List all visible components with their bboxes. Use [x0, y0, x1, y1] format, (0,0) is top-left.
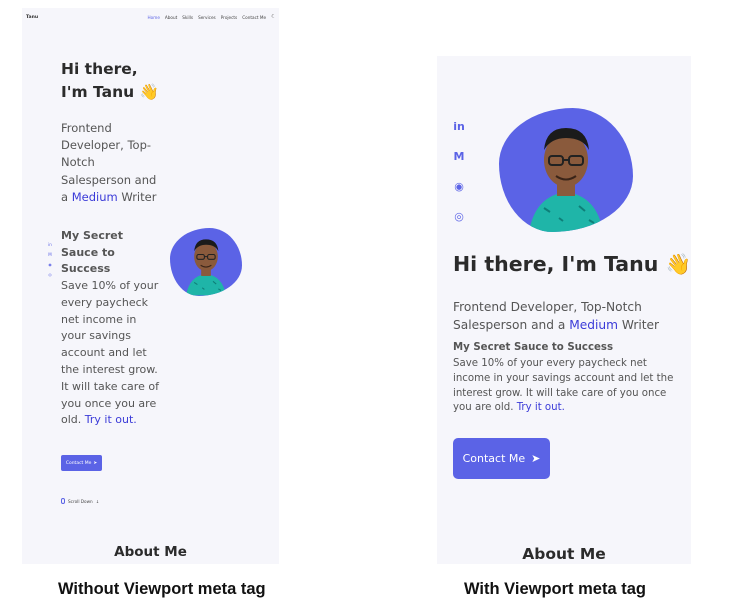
github-icon[interactable]: ◉: [452, 179, 466, 194]
caption-without-viewport: Without Viewport meta tag: [58, 580, 266, 598]
instagram-icon[interactable]: ◎: [47, 272, 53, 277]
about-heading: About Me: [522, 545, 606, 563]
hero-content: Hi there, I'm Tanu 👋 Frontend Developer,…: [61, 58, 261, 426]
hero-subtitle: Frontend Developer, Top-Notch Salesperso…: [61, 121, 157, 204]
secret-title: My Secret Sauce to Success: [61, 229, 123, 275]
linkedin-icon[interactable]: in: [452, 119, 466, 134]
social-links: in M ◉ ◎: [47, 242, 53, 277]
send-icon: ➤: [531, 452, 541, 465]
moon-icon[interactable]: ☾: [271, 14, 276, 21]
try-it-out-link[interactable]: Try it out.: [517, 402, 565, 413]
arrow-down-icon: ↓: [95, 498, 100, 504]
nav-logo[interactable]: Tanu: [26, 15, 38, 20]
contact-me-button[interactable]: Contact Me ➤: [453, 438, 550, 479]
secret-title: My Secret Sauce to Success: [453, 342, 614, 353]
contact-me-button[interactable]: Contact Me ➤: [61, 455, 102, 471]
try-it-out-link[interactable]: Try it out.: [85, 413, 137, 426]
secret-body: Save 10% of your every paycheck net inco…: [61, 279, 159, 427]
nav-links: Home About Skills Services Projects Cont…: [148, 14, 276, 21]
send-icon: ➤: [93, 460, 98, 466]
person-photo: [529, 128, 603, 232]
caption-with-viewport: With Viewport meta tag: [464, 580, 646, 598]
medium-link[interactable]: Medium: [569, 318, 618, 332]
person-photo: [186, 239, 226, 296]
nav-link-contact[interactable]: Contact Me: [242, 15, 266, 20]
profile-avatar: [170, 228, 242, 296]
nav-link-home[interactable]: Home: [148, 15, 160, 20]
nav-link-services[interactable]: Services: [198, 15, 216, 20]
hero-greeting: Hi there, I'm Tanu 👋: [61, 60, 159, 101]
secret-body: Save 10% of your every paycheck net inco…: [453, 358, 674, 414]
profile-avatar: [499, 108, 633, 232]
nav-link-about[interactable]: About: [165, 15, 177, 20]
hero-greeting: Hi there, I'm Tanu 👋: [453, 252, 691, 276]
scroll-down[interactable]: Scroll Down ↓: [61, 498, 99, 504]
hero-subtitle: Frontend Developer, Top-Notch Salesperso…: [453, 300, 660, 332]
social-links: in M ◉ ◎: [452, 119, 466, 224]
linkedin-icon[interactable]: in: [47, 242, 53, 247]
mobile-screenshot-without-viewport: Tanu Home About Skills Services Projects…: [22, 8, 279, 564]
instagram-icon[interactable]: ◎: [452, 209, 466, 224]
mobile-screenshot-with-viewport: in M ◉ ◎ Hi there, I'm Tanu 👋 Frontend D…: [437, 56, 691, 564]
github-icon[interactable]: ◉: [47, 262, 53, 267]
medium-icon[interactable]: M: [47, 252, 53, 257]
mouse-icon: [61, 498, 65, 504]
navbar: Tanu Home About Skills Services Projects…: [22, 8, 279, 28]
medium-link[interactable]: Medium: [72, 190, 118, 204]
nav-link-projects[interactable]: Projects: [221, 15, 238, 20]
about-heading: About Me: [114, 544, 187, 560]
nav-link-skills[interactable]: Skills: [182, 15, 193, 20]
medium-icon[interactable]: M: [452, 149, 466, 164]
